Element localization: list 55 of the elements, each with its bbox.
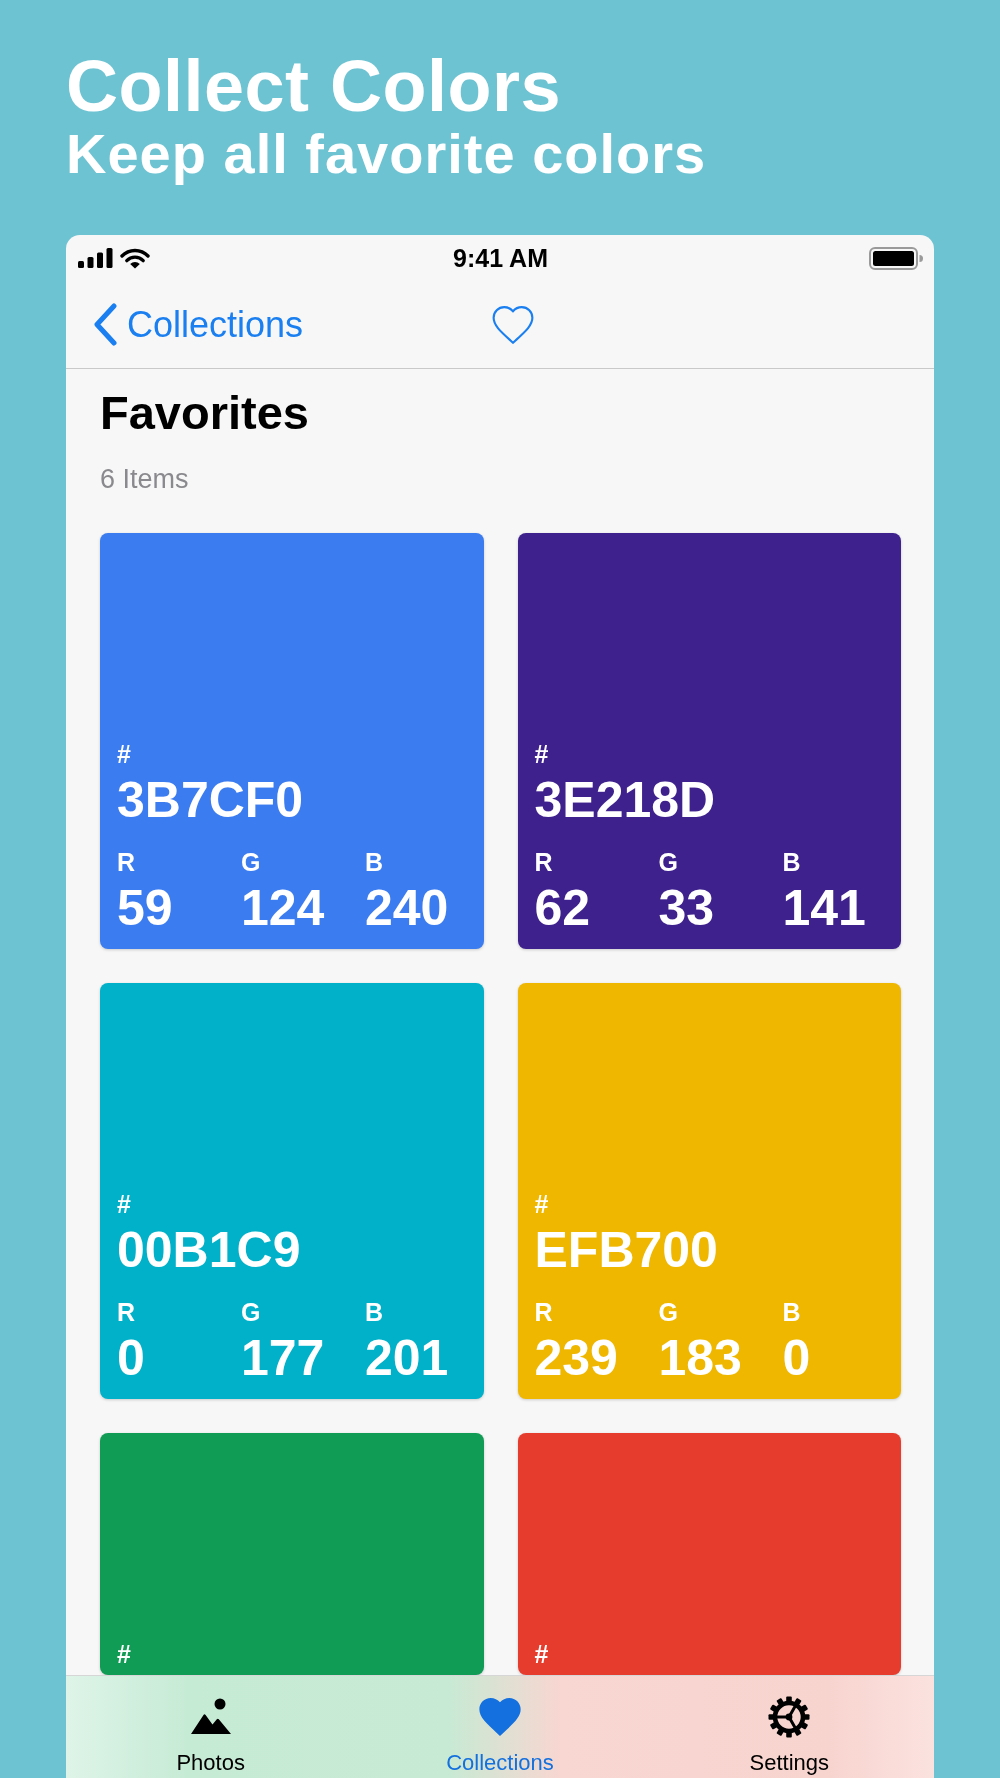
hash-sign: #: [117, 1642, 131, 1667]
gear-icon: [768, 1695, 811, 1738]
hex-code: 3E218D: [534, 775, 716, 825]
color-card[interactable]: # 3B7CF0 R 59 G 124 B 240: [100, 533, 484, 949]
channel-label: R: [534, 1300, 553, 1325]
channel-value: 240: [365, 883, 449, 933]
hex-code: 3B7CF0: [117, 775, 304, 825]
channel-label: B: [365, 1300, 384, 1325]
tab-item[interactable]: Collections: [442, 1695, 558, 1778]
channel-value: 141: [782, 883, 866, 933]
channel-label: G: [241, 1300, 261, 1325]
battery-icon: [869, 246, 923, 270]
channel-label: G: [658, 1300, 678, 1325]
chevron-left-icon: [92, 303, 118, 346]
channel-label: R: [534, 850, 553, 875]
channel-value: 33: [658, 883, 715, 933]
channel-label: G: [241, 850, 261, 875]
color-card[interactable]: #: [517, 1433, 901, 1675]
heart-icon[interactable]: [492, 305, 534, 344]
item-count: 6 Items: [100, 466, 189, 493]
channel-label: B: [782, 850, 801, 875]
hex-code: EFB700: [534, 1225, 718, 1275]
status-time: 9:41 AM: [453, 245, 548, 271]
channel-value: 59: [117, 883, 173, 933]
channel-label: B: [365, 850, 384, 875]
channel-label: R: [117, 850, 136, 875]
channel-value: 0: [782, 1333, 811, 1383]
hash-sign: #: [534, 1192, 549, 1217]
channel-value: 0: [117, 1333, 145, 1383]
color-card[interactable]: # 3E218D R 62 G 33 B 141: [517, 533, 901, 949]
color-card[interactable]: #: [100, 1433, 484, 1675]
channel-value: 177: [241, 1333, 325, 1383]
tab-item[interactable]: Settings: [745, 1695, 834, 1778]
wifi-icon: [120, 247, 150, 269]
tab-item[interactable]: Photos: [172, 1695, 249, 1778]
hash-sign: #: [534, 1642, 549, 1667]
channel-label: R: [117, 1300, 136, 1325]
signal-icon: [78, 248, 113, 268]
back-button[interactable]: Collections: [92, 303, 304, 346]
channel-value: 62: [534, 883, 591, 933]
heart-icon: [479, 1697, 521, 1736]
channel-value: 201: [365, 1333, 449, 1383]
color-card[interactable]: # 00B1C9 R 0 G 177 B 201: [100, 983, 484, 1399]
channel-label: G: [658, 850, 678, 875]
channel-label: B: [782, 1300, 801, 1325]
hash-sign: #: [117, 1192, 131, 1217]
channel-value: 239: [534, 1333, 618, 1383]
channel-value: 124: [241, 883, 325, 933]
hex-code: 00B1C9: [117, 1225, 301, 1275]
header-title: Collect Colors: [66, 50, 562, 122]
page-title: Favorites: [100, 389, 309, 436]
hash-sign: #: [117, 742, 131, 767]
hash-sign: #: [534, 742, 549, 767]
mountains-icon: [189, 1698, 232, 1735]
channel-value: 183: [658, 1333, 742, 1383]
